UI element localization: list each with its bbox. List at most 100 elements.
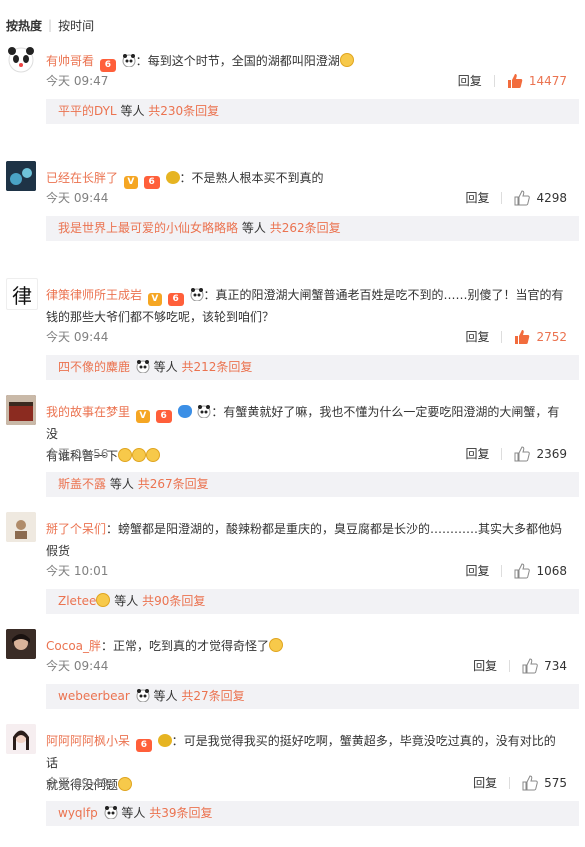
thumbs-up-icon[interactable] [514, 562, 531, 579]
panda-badge-icon [136, 360, 150, 373]
panda-badge-icon [197, 405, 211, 418]
action-divider [509, 776, 511, 789]
doge-emoji-icon [269, 638, 284, 652]
reply-button[interactable]: 回复 [473, 657, 497, 674]
colon: ： [135, 54, 148, 68]
sub-reply-user[interactable]: 斯盖不露 [58, 477, 106, 491]
sub-reply-count[interactable]: 共267条回复 [138, 477, 209, 491]
sub-reply-user[interactable]: 四不像的麋鹿 [58, 360, 130, 374]
comment-username[interactable]: 律策律师所王成岩 [46, 288, 142, 302]
comment-time: 今天 09:56 [46, 447, 109, 461]
thumbs-up-icon[interactable] [514, 445, 531, 462]
medal-icon [165, 171, 180, 184]
sub-replies-link[interactable]: 四不像的麋鹿 等人 共212条回复 [46, 355, 579, 380]
sub-reply-user[interactable]: 平平的DYL [58, 104, 117, 118]
comment-username[interactable]: 阿阿阿阿枫小呆 [46, 734, 130, 748]
sort-by-hot-tab[interactable]: 按热度 [6, 17, 42, 34]
comment-actions: 回复 2752 [465, 328, 567, 345]
level-badge-icon: 6 [135, 739, 152, 752]
sub-replies-link[interactable]: 我是世界上最可爱的小仙女略略略 等人 共262条回复 [46, 216, 579, 241]
comment-list: 有帅哥看 6 ：每到这个时节，全国的湖都叫阳澄湖 今天 09:47 回复 144… [0, 44, 585, 847]
comment-text: 螃蟹都是阳澄湖的，酸辣粉都是重庆的，臭豆腐都是长沙的…………其实大多都他妈 [118, 522, 563, 536]
reply-button[interactable]: 回复 [465, 562, 489, 579]
sub-replies-link[interactable]: Zletee 等人 共90条回复 [46, 589, 579, 614]
comment-username[interactable]: 已经在长胖了 [46, 171, 118, 185]
thumbs-up-icon[interactable] [522, 774, 538, 791]
avatar[interactable] [6, 512, 36, 542]
panda-badge-icon [190, 288, 203, 301]
like-count: 4298 [536, 190, 567, 205]
sub-replies-link[interactable]: 平平的DYL 等人 共230条回复 [46, 99, 579, 124]
reply-button[interactable]: 回复 [458, 72, 482, 89]
comment-username[interactable]: 有帅哥看 [46, 54, 94, 68]
avatar[interactable] [6, 395, 36, 425]
sub-reply-user[interactable]: Zletee [58, 594, 96, 608]
sub-replies-link[interactable]: 斯盖不露 等人 共267条回复 [46, 472, 579, 497]
reply-button[interactable]: 回复 [465, 189, 489, 206]
avatar[interactable] [6, 629, 36, 659]
sub-reply-count[interactable]: 共230条回复 [148, 104, 219, 118]
comment-body: 律策律师所王成岩 V 6 ：真正的阳澄湖大闸蟹普通老百姓是吃不到的……别傻了！当… [46, 284, 567, 328]
thumbs-up-icon[interactable] [522, 657, 538, 674]
avatar-image-icon [6, 629, 36, 659]
sub-reply-count[interactable]: 共90条回复 [142, 594, 205, 608]
action-divider [501, 447, 503, 460]
sub-reply-user[interactable]: webeerbear [58, 689, 130, 703]
avatar[interactable] [6, 161, 36, 191]
sub-reply-count[interactable]: 共39条回复 [149, 806, 212, 820]
sort-by-time-tab[interactable]: 按时间 [58, 17, 94, 34]
comment-time: 今天 09:47 [46, 74, 109, 88]
avatar[interactable]: 律 [6, 278, 38, 310]
reply-button[interactable]: 回复 [473, 774, 497, 791]
comment-body: 已经在长胖了 V 6 ：不是熟人根本买不到真的 [46, 167, 567, 189]
laugh-emoji-icon [118, 777, 133, 791]
thumbs-up-icon[interactable] [514, 329, 530, 345]
sort-bar: 按热度 | 按时间 [0, 0, 585, 50]
comment-body: 有帅哥看 6 ：每到这个时节，全国的湖都叫阳澄湖 [46, 50, 567, 72]
sub-reply-others: 等人 [114, 594, 139, 608]
comment-text: 正常，吃到真的才觉得奇怪了 [113, 639, 270, 653]
avatar-image-icon [6, 512, 36, 542]
comment-username[interactable]: 掰了个呆们 [46, 522, 106, 536]
avatar[interactable] [6, 724, 36, 754]
comment-actions: 回复 1068 [465, 562, 567, 579]
panda-avatar-icon [8, 47, 34, 73]
calligraphy-avatar-icon: 律 [12, 283, 32, 308]
cry-laugh-emoji-icon [132, 448, 147, 462]
comment-item: 阿阿阿阿枫小呆 6 ：可是我觉得我买的挺好吃啊，蟹黄超多，毕竟没吃过真的，没有对… [0, 724, 585, 847]
like-count: 1068 [536, 563, 567, 578]
comment-username[interactable]: 我的故事在梦里 [46, 405, 130, 419]
colon: ： [203, 288, 216, 302]
laugh-emoji-icon [96, 593, 111, 607]
comment-text: 不是熟人根本买不到真的 [191, 171, 324, 185]
level-badge-icon: 6 [99, 59, 116, 72]
comment-item: 有帅哥看 6 ：每到这个时节，全国的湖都叫阳澄湖 今天 09:47 回复 144… [0, 44, 585, 167]
comment-text: 每到这个时节，全国的湖都叫阳澄湖 [147, 54, 340, 68]
like-count: 2752 [536, 329, 567, 344]
panda-badge-icon [104, 806, 118, 819]
colon: ： [179, 171, 192, 185]
comment-item: 已经在长胖了 V 6 ：不是熟人根本买不到真的 今天 09:44 回复 4298… [0, 161, 585, 284]
reply-button[interactable]: 回复 [465, 328, 489, 345]
comment-time: 今天 09:49 [46, 776, 109, 790]
verified-v-icon: V [123, 176, 138, 189]
thumbs-up-icon[interactable] [514, 189, 531, 206]
sub-replies-link[interactable]: wyqlfp 等人 共39条回复 [46, 801, 579, 826]
sub-reply-user[interactable]: wyqlfp [58, 806, 98, 820]
thumbs-up-icon[interactable] [507, 73, 523, 89]
colon: ： [211, 405, 224, 419]
avatar[interactable] [6, 44, 36, 74]
sub-reply-others: 等人 [120, 104, 145, 118]
colon: ： [101, 639, 114, 653]
like-count: 2369 [536, 446, 567, 461]
sub-reply-count[interactable]: 共262条回复 [270, 221, 341, 235]
action-divider [501, 191, 503, 204]
action-divider [501, 330, 503, 343]
reply-button[interactable]: 回复 [465, 445, 489, 462]
sub-reply-count[interactable]: 共212条回复 [182, 360, 253, 374]
sub-replies-link[interactable]: webeerbear 等人 共27条回复 [46, 684, 579, 709]
sub-reply-user[interactable]: 我是世界上最可爱的小仙女略略略 [58, 221, 238, 235]
sub-reply-count[interactable]: 共27条回复 [181, 689, 244, 703]
medal-icon [157, 734, 172, 747]
comment-username[interactable]: Cocoa_胖 [46, 639, 101, 653]
